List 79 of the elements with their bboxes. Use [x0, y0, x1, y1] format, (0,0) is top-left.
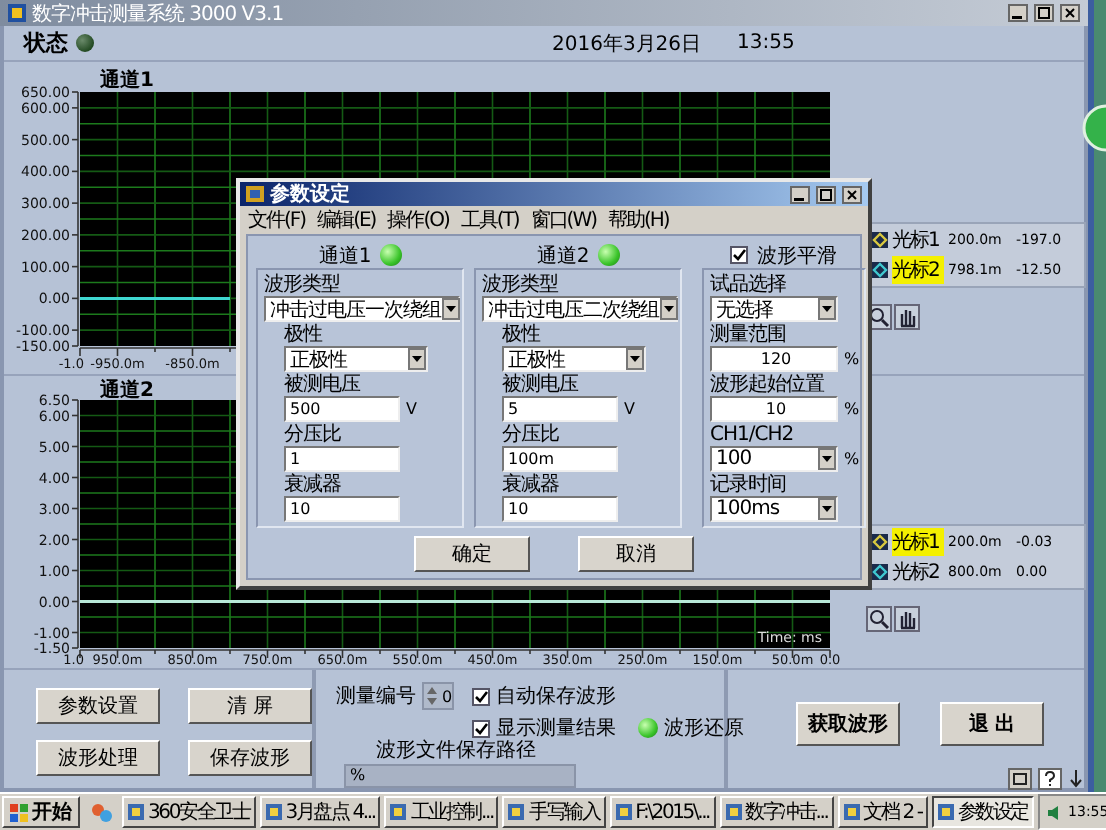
channel-label: 通道1 [318, 243, 372, 269]
input-field[interactable]: 500 [284, 396, 400, 422]
dropdown[interactable]: 100ms [710, 496, 838, 522]
input-field[interactable]: 1 [284, 446, 400, 472]
taskbar-item[interactable]: 手写输入 [502, 796, 606, 828]
unit-label: % [844, 400, 860, 418]
taskbar-item[interactable]: 文档 2 - [837, 796, 928, 828]
menu-item[interactable]: 工具(T) [460, 205, 519, 233]
action-button[interactable]: 参数设置 [36, 688, 160, 724]
dialog-title: 参数设定 [270, 180, 350, 208]
channel-label: 通道2 [536, 243, 590, 269]
cursor-name[interactable]: 光标1 [892, 226, 944, 254]
field-label: 试品选择 [710, 274, 788, 296]
action-button[interactable]: 保存波形 [188, 740, 312, 776]
taskbar-item[interactable]: F:\2015\... [609, 796, 716, 828]
field-label: 衰减器 [284, 474, 343, 496]
dialog-button[interactable]: 取消 [578, 536, 694, 572]
dialog-button[interactable]: 确定 [414, 536, 530, 572]
cursor-name[interactable]: 光标2 [892, 256, 944, 284]
taskbar-item[interactable]: 数字冲击... [719, 796, 834, 828]
input-field[interactable]: 10 [284, 496, 400, 522]
chart-title: 通道2 [100, 380, 154, 402]
dropdown[interactable]: 无选择 [710, 296, 838, 322]
field-label: 极性 [284, 324, 324, 346]
unit-label: % [844, 450, 860, 468]
field-label: 波形类型 [482, 274, 560, 296]
cursor-name[interactable]: 光标2 [892, 558, 944, 586]
measure-number-field[interactable]: 0 [422, 682, 455, 710]
checkbox-label: 波形平滑 [756, 243, 837, 269]
field-label: 波形起始位置 [710, 374, 826, 396]
action-button[interactable]: 波形处理 [36, 740, 160, 776]
taskbar-item[interactable]: 360安全卫士 [122, 796, 256, 828]
time-label: 13:55 [737, 32, 795, 54]
dropdown[interactable]: 100 [710, 446, 838, 472]
action-button[interactable]: 获取波形 [796, 702, 900, 746]
field-label: 测量范围 [710, 324, 788, 346]
window-title: 数字冲击测量系统 3000 V3.1 [32, 1, 284, 27]
restore-label: 波形还原 [664, 715, 745, 742]
input-field[interactable]: 10 [710, 396, 838, 422]
input-field[interactable]: 100m [502, 446, 618, 472]
status-label: 状态 [24, 28, 68, 58]
menu-item[interactable]: 操作(O) [387, 205, 449, 233]
menu-item[interactable]: 文件(F) [248, 205, 306, 233]
unit-label: V [624, 400, 635, 418]
input-field[interactable]: 5 [502, 396, 618, 422]
start-button[interactable]: 开始 [2, 796, 80, 828]
dropdown[interactable]: 正极性 [284, 346, 428, 372]
menu-item[interactable]: 窗口(W) [530, 205, 596, 233]
input-field[interactable]: 120 [710, 346, 838, 372]
dropdown[interactable]: 冲击过电压一次绕组 [264, 296, 460, 322]
taskbar-item[interactable]: 参数设定 [931, 796, 1035, 828]
taskbar-item[interactable]: 3月盘点 4... [259, 796, 381, 828]
dropdown[interactable]: 冲击过电压二次绕组 [482, 296, 678, 322]
unit-label: V [406, 400, 417, 418]
checkbox-label: 自动保存波形 [496, 683, 617, 710]
measure-number-label: 测量编号 [336, 683, 416, 710]
field-label: 极性 [502, 324, 542, 346]
menu-item[interactable]: 帮助(H) [608, 205, 669, 233]
field-label: 分压比 [502, 424, 561, 446]
field-label: 衰减器 [502, 474, 561, 496]
checkbox-label: 显示测量结果 [496, 715, 617, 740]
field-label: 记录时间 [710, 474, 788, 496]
field-label: 分压比 [284, 424, 343, 446]
save-path-field[interactable]: % [344, 764, 576, 788]
taskbar-item[interactable]: 工业控制... [384, 796, 499, 828]
save-path-label: 波形文件保存路径 [376, 737, 538, 764]
action-button[interactable]: 清 屏 [188, 688, 312, 724]
field-label: CH1/CH2 [710, 424, 796, 446]
field-label: 被测电压 [284, 374, 363, 396]
field-label: 波形类型 [264, 274, 342, 296]
dropdown[interactable]: 正极性 [502, 346, 646, 372]
action-button[interactable]: 退 出 [940, 702, 1044, 746]
cursor-name[interactable]: 光标1 [892, 528, 944, 556]
input-field[interactable]: 10 [502, 496, 618, 522]
chart-title: 通道1 [100, 70, 154, 92]
menu-item[interactable]: 编辑(E) [317, 205, 376, 233]
date-label: 2016年3月26日 [552, 31, 702, 57]
field-label: 被测电压 [502, 374, 581, 396]
unit-label: % [844, 350, 860, 368]
